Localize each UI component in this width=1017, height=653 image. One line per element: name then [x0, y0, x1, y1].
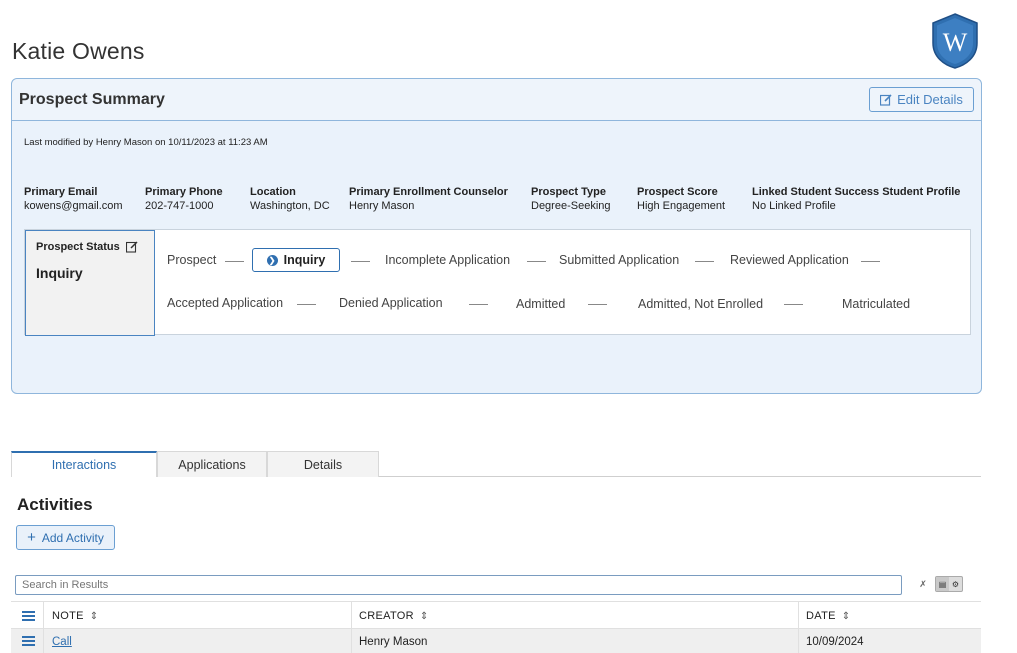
prospect-status-label: Prospect Status	[36, 241, 120, 253]
prospect-status-card: Prospect Status Inquiry Prospect ❯ Inqui…	[24, 229, 971, 336]
view-toggle: ▤ ⚙	[935, 576, 963, 592]
field-value: 202-747-1000	[145, 200, 214, 212]
stage-connector	[861, 261, 880, 262]
stage-accepted-application[interactable]: Accepted Application	[167, 296, 283, 310]
sort-icon: ⇕	[89, 610, 99, 622]
stage-submitted-application[interactable]: Submitted Application	[559, 253, 679, 267]
menu-icon[interactable]	[22, 611, 35, 621]
tab-interactions[interactable]: Interactions	[11, 451, 157, 477]
field-linked-profile: Linked Student Success Student Profile N…	[752, 185, 960, 213]
field-label: Primary Email	[24, 186, 98, 198]
last-modified-text: Last modified by Henry Mason on 10/11/20…	[24, 137, 268, 148]
prospect-summary-panel: Prospect Summary Edit Details Last modif…	[11, 78, 982, 394]
add-activity-button[interactable]: + Add Activity	[16, 525, 115, 550]
stage-connector	[527, 261, 546, 262]
stage-connector	[784, 304, 803, 305]
column-divider	[798, 629, 799, 653]
field-label: Prospect Type	[531, 186, 606, 198]
field-value: High Engagement	[637, 200, 726, 212]
stage-connector	[225, 261, 244, 262]
stage-denied-application[interactable]: Denied Application	[339, 296, 443, 310]
settings-icon[interactable]: ⚙	[949, 577, 962, 591]
field-value: Henry Mason	[349, 200, 415, 212]
stage-connector	[297, 304, 316, 305]
field-enrollment-counselor: Primary Enrollment Counselor Henry Mason	[349, 185, 508, 213]
field-label: Primary Enrollment Counselor	[349, 186, 508, 198]
sort-icon: ⇕	[419, 610, 429, 622]
list-view-icon[interactable]: ▤	[936, 577, 949, 591]
tab-details[interactable]: Details	[267, 451, 379, 477]
stage-prospect[interactable]: Prospect	[167, 253, 216, 267]
tab-bar: Interactions Applications Details	[11, 451, 981, 477]
tab-applications[interactable]: Applications	[157, 451, 267, 477]
column-divider	[351, 629, 352, 653]
prospect-status-value: Inquiry	[36, 265, 83, 281]
filter-clear-icon[interactable]: ✗	[917, 578, 929, 590]
field-value: No Linked Profile	[752, 200, 836, 212]
column-header-label: Creator	[359, 610, 414, 622]
prospect-status-label-row: Prospect Status	[36, 241, 138, 253]
column-header-note[interactable]: Note ⇕	[52, 610, 98, 622]
field-prospect-type: Prospect Type Degree-Seeking	[531, 185, 611, 213]
stage-matriculated[interactable]: Matriculated	[842, 297, 910, 311]
add-activity-label: Add Activity	[41, 530, 104, 545]
plus-icon: +	[27, 529, 36, 546]
column-divider	[351, 602, 352, 628]
stage-connector	[351, 261, 370, 262]
activities-grid: ✗ ▤ ⚙ Note ⇕ Creator ⇕ Date ⇕ Call Henry…	[11, 569, 981, 653]
activities-title: Activities	[17, 495, 93, 514]
summary-header: Prospect Summary Edit Details	[12, 79, 981, 121]
stage-connector	[588, 304, 607, 305]
field-value: kowens@gmail.com	[24, 200, 123, 212]
activity-note-link[interactable]: Call	[52, 636, 72, 648]
field-prospect-score: Prospect Score High Engagement	[637, 185, 725, 213]
row-menu-icon[interactable]	[22, 636, 35, 646]
stage-reviewed-application[interactable]: Reviewed Application	[730, 253, 849, 267]
field-location: Location Washington, DC	[250, 185, 330, 213]
edit-details-label: Edit Details	[897, 92, 963, 107]
activity-date: 10/09/2024	[806, 636, 864, 648]
grid-toolbar: ✗ ▤ ⚙	[917, 576, 963, 592]
edit-details-button[interactable]: Edit Details	[869, 87, 974, 112]
stage-connector	[469, 304, 488, 305]
stage-admitted[interactable]: Admitted	[516, 297, 565, 311]
page-title: Katie Owens	[12, 38, 145, 64]
column-divider	[798, 602, 799, 628]
sort-icon: ⇕	[841, 610, 851, 622]
field-label: Linked Student Success Student Profile	[752, 186, 961, 198]
logo-letter: W	[943, 28, 968, 57]
field-label: Prospect Score	[637, 186, 718, 198]
table-row: Call Henry Mason 10/09/2024	[11, 629, 981, 653]
school-logo: W	[932, 13, 978, 69]
field-label: Location	[250, 186, 296, 198]
stage-inquiry: Inquiry	[283, 253, 326, 267]
column-divider	[43, 629, 44, 653]
prospect-status-box: Prospect Status Inquiry	[25, 230, 155, 336]
stage-connector	[695, 261, 714, 262]
field-primary-email: Primary Email kowens@gmail.com	[24, 185, 123, 213]
field-label: Primary Phone	[145, 186, 223, 198]
column-divider	[43, 602, 44, 628]
column-header-date[interactable]: Date ⇕	[806, 610, 850, 622]
edit-status-icon[interactable]	[125, 241, 138, 253]
field-value: Degree-Seeking	[531, 200, 611, 212]
chevron-right-icon: ❯	[266, 254, 278, 266]
column-header-label: Note	[52, 610, 84, 622]
column-header-label: Date	[806, 610, 836, 622]
edit-icon	[880, 93, 892, 106]
column-header-creator[interactable]: Creator ⇕	[359, 610, 429, 622]
activity-creator: Henry Mason	[359, 636, 428, 648]
field-value: Washington, DC	[250, 200, 330, 212]
field-primary-phone: Primary Phone 202-747-1000	[145, 185, 223, 213]
table-header: Note ⇕ Creator ⇕ Date ⇕	[11, 601, 981, 629]
stage-admitted-not-enrolled[interactable]: Admitted, Not Enrolled	[638, 297, 763, 311]
summary-title: Prospect Summary	[19, 91, 165, 108]
stage-incomplete-application[interactable]: Incomplete Application	[385, 253, 510, 267]
search-input[interactable]	[15, 575, 902, 595]
stage-inquiry-current[interactable]: ❯ Inquiry	[252, 248, 340, 272]
